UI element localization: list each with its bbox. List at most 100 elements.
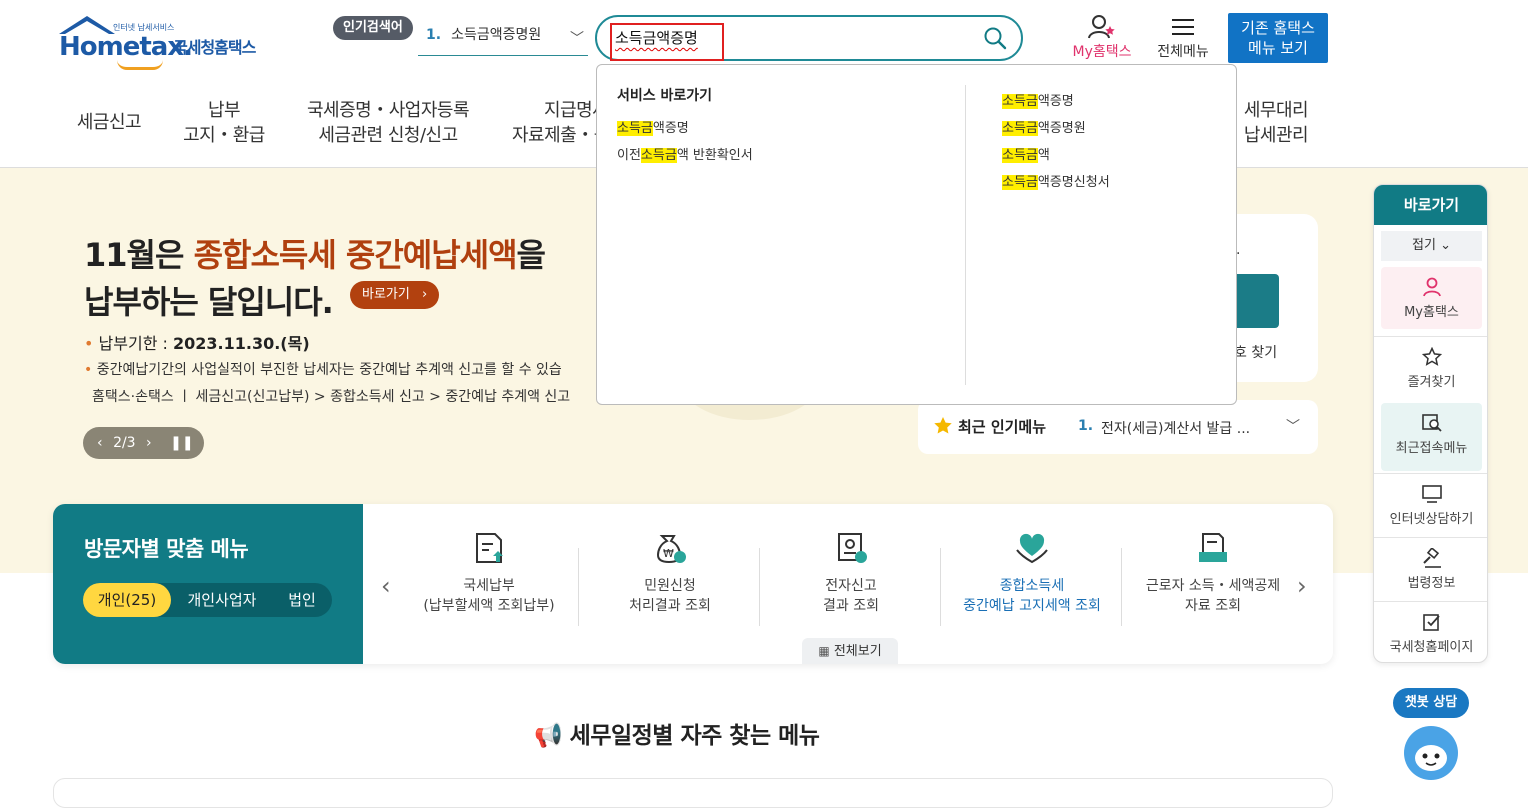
chevron-down-icon: ⌄ <box>1440 238 1451 253</box>
recent-menu-title: 최근 인기메뉴 <box>958 418 1047 436</box>
divider <box>1121 548 1122 626</box>
suggestion-highlight: 소득금 <box>617 121 653 136</box>
recent-search-icon <box>1421 414 1442 432</box>
visitor-tabs: 개인(25) 개인사업자 법인 <box>83 583 332 617</box>
hero-title-emphasis: 종합소득세 중간예납세액 <box>193 236 518 274</box>
keyword-suffix: 액증명 <box>1037 94 1074 109</box>
dropdown-keyword[interactable]: 소득금액증명원 <box>1002 117 1086 136</box>
search-autocomplete-dropdown <box>596 64 1237 405</box>
visitor-menu-title: 방문자별 맞춤 메뉴 <box>84 537 249 561</box>
chevron-down-icon: ﹀ <box>570 31 584 47</box>
divider <box>940 548 941 626</box>
logo-korean-name: 국세청홈택스 <box>173 38 256 57</box>
tab-corporation[interactable]: 법인 <box>273 583 331 617</box>
hero-due-date: • 납부기한 : 2023.11.30.(목) <box>84 334 310 353</box>
quick-item-label: 인터넷상담하기 <box>1389 512 1474 527</box>
fold-label: 접기 <box>1412 238 1436 253</box>
dropdown-suggestion[interactable]: 이전소득금액 반환확인서 <box>617 144 753 163</box>
recent-menu-rank: 1. <box>1078 418 1094 434</box>
quick-item-label: 최근접속메뉴 <box>1395 441 1468 456</box>
schedule-title: 세무일정별 자주 찾는 메뉴 <box>569 723 820 749</box>
dropdown-divider <box>965 85 966 385</box>
chevron-right-icon[interactable]: › <box>146 435 152 451</box>
keyword-highlight: 소득금 <box>1002 148 1038 163</box>
hometax-logo[interactable]: 인터넷 납세서비스 Hometax. 국세청홈택스 <box>55 14 270 70</box>
quick-menu-sublabel: (납부할세액 조회납부) <box>423 598 555 614</box>
quick-law-info[interactable]: 법령정보 <box>1374 537 1487 601</box>
quick-menu-label: 국세납부 <box>463 578 515 594</box>
pause-icon[interactable]: ❚❚ <box>170 435 193 451</box>
hero-pager[interactable]: ‹ 2/3 › ❚❚ <box>83 427 204 459</box>
nav-item-payment[interactable]: 납부 고지・환급 <box>178 98 270 148</box>
popular-search-badge: 인기검색어 <box>333 16 413 40</box>
quick-menu-item[interactable]: 근로자 소득・세액공제 자료 조회 <box>1123 530 1303 616</box>
quick-menu-item[interactable]: 종합소득세 중간예납 고지세액 조회 <box>942 530 1122 616</box>
chevron-left-icon[interactable]: ‹ <box>381 572 391 600</box>
my-hometax-button[interactable]: My홈택스 <box>1066 14 1138 64</box>
schedule-heading: 📢 세무일정별 자주 찾는 메뉴 <box>534 716 820 750</box>
dropdown-keyword[interactable]: 소득금액 <box>1002 144 1050 163</box>
nav-item-tax-agent[interactable]: 세무대리 납세관리 <box>1236 98 1316 148</box>
dropdown-keyword[interactable]: 소득금액증명 <box>1002 90 1074 109</box>
chevron-down-icon: ﹀ <box>1286 419 1300 435</box>
nav-item-sublabel: 세금관련 신청/신고 <box>318 125 458 146</box>
tab-sole-proprietor[interactable]: 개인사업자 <box>175 583 269 617</box>
star-icon <box>934 417 952 434</box>
monitor-icon <box>1421 485 1442 503</box>
quick-recent-menu[interactable]: 최근접속메뉴 <box>1381 403 1482 471</box>
old-hometax-line2: 메뉴 보기 <box>1248 39 1308 57</box>
keyword-highlight: 소득금 <box>1002 94 1038 109</box>
nav-item-certificates[interactable]: 국세증명・사업자등록 세금관련 신청/신고 <box>300 98 476 148</box>
dropdown-suggestion[interactable]: 소득금액증명 <box>617 117 689 136</box>
nav-item-label: 세금신고 <box>76 112 142 133</box>
chatbot-mascot-icon[interactable] <box>1404 726 1458 780</box>
hamburger-menu-icon <box>1172 19 1194 35</box>
quick-links-title: 바로가기 <box>1374 185 1487 225</box>
money-bag-icon: ₩ <box>656 535 686 564</box>
recent-menu-value: 전자(세금)계산서 발급 ... <box>1101 421 1251 437</box>
quick-online-consult[interactable]: 인터넷상담하기 <box>1374 473 1487 537</box>
quick-menu-item[interactable]: 국세납부 (납부할세액 조회납부) <box>399 530 579 616</box>
hero-go-label: 바로가기 <box>362 287 410 302</box>
nav-item-tax-filing[interactable]: 세금신고 <box>70 110 148 135</box>
popular-search-dropdown[interactable]: 1. 소득금액증명원 ﹀ <box>418 24 588 56</box>
hero-title-line2: 납부하는 달입니다. <box>84 283 334 321</box>
nav-item-label: 국세증명・사업자등록 <box>306 100 470 121</box>
hero-menu-path: 홈택스·손택스 ㅣ 세금신고(신고납부) > 종합소득세 신고 > 중간예납 추… <box>92 389 571 405</box>
find-id-link[interactable]: 호 찾기 <box>1234 342 1277 362</box>
divider <box>578 548 579 626</box>
keyword-highlight: 소득금 <box>1002 175 1038 190</box>
recent-popular-menu[interactable]: 최근 인기메뉴 1. 전자(세금)계산서 발급 ... ﹀ <box>918 400 1318 454</box>
quick-nts-homepage[interactable]: 국세청홈페이지 <box>1374 601 1487 662</box>
nav-item-payment-statements[interactable]: 지급명세 자료제출・공 <box>510 98 610 148</box>
star-icon <box>1421 347 1442 366</box>
chevron-right-icon: › <box>421 287 428 302</box>
user-icon <box>1422 277 1441 297</box>
quick-links-panel: 바로가기 접기 ⌄ My홈택스 즐겨찾기 최근접속메뉴 인터넷상담하기 법령정보… <box>1373 184 1488 663</box>
mascot-face-icon <box>1405 727 1457 779</box>
chevron-left-icon[interactable]: ‹ <box>97 435 103 451</box>
old-hometax-menu-button[interactable]: 기존 홈택스 메뉴 보기 <box>1228 13 1328 63</box>
chatbot-button[interactable]: 챗봇 상담 <box>1393 688 1469 718</box>
hero-go-button[interactable]: 바로가기 › <box>350 281 440 309</box>
all-menu-button[interactable]: 전체메뉴 <box>1150 14 1216 64</box>
quick-my-hometax[interactable]: My홈택스 <box>1381 267 1482 329</box>
quick-menu-label: 민원신청 <box>644 578 696 594</box>
quick-favorites[interactable]: 즐겨찾기 <box>1374 336 1487 400</box>
search-icon[interactable] <box>983 26 1007 50</box>
service-shortcut-heading: 서비스 바로가기 <box>617 88 713 104</box>
tab-individual[interactable]: 개인(25) <box>83 583 171 617</box>
hero-note: • 중간예납기간의 사업실적이 부진한 납세자는 중간예납 추계액 신고를 할 … <box>84 362 562 378</box>
fold-button[interactable]: 접기 ⌄ <box>1381 231 1482 261</box>
quick-menu-label: 근로자 소득・세액공제 <box>1145 578 1281 594</box>
keyword-suffix: 액증명원 <box>1037 121 1086 136</box>
quick-menu-item[interactable]: 전자신고 결과 조회 <box>761 530 941 616</box>
dropdown-keyword[interactable]: 소득금액증명신청서 <box>1002 171 1110 190</box>
logo-smile-mark <box>117 60 163 70</box>
all-menu-label: 전체메뉴 <box>1157 44 1209 60</box>
search-input-value[interactable]: 소득금액증명 <box>615 27 698 48</box>
hero-note-text: 중간예납기간의 사업실적이 부진한 납세자는 중간예납 추계액 신고를 할 수 … <box>96 362 562 378</box>
quick-menu-item[interactable]: ₩ 민원신청 처리결과 조회 <box>580 530 760 616</box>
quick-menu-label: 전자신고 <box>825 578 877 594</box>
see-all-button[interactable]: ▦ 전체보기 <box>802 638 898 664</box>
